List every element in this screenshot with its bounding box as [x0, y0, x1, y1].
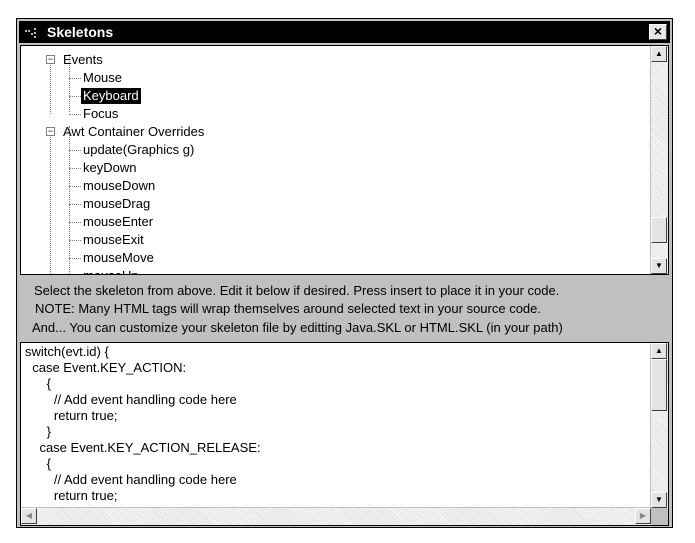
tree-item-keyboard[interactable]: Keyboard	[81, 88, 141, 104]
scroll-right-icon[interactable]: ▶	[635, 508, 651, 524]
instruction-line-1: Select the skeleton from above. Edit it …	[34, 283, 560, 298]
resize-grip[interactable]	[651, 508, 668, 525]
code-line: // Add event handling code here	[25, 472, 237, 487]
code-vertical-scrollbar[interactable]: ▲ ▼	[650, 343, 668, 508]
instruction-line-3: And... You can customize your skeleton f…	[32, 320, 563, 335]
app-menu-icon[interactable]	[23, 24, 43, 40]
code-line: case Event.KEY_ACTION:	[25, 360, 187, 375]
scroll-down-icon[interactable]: ▼	[651, 492, 667, 508]
code-content[interactable]: switch(evt.id) { case Event.KEY_ACTION: …	[21, 343, 651, 508]
tree-connector	[69, 126, 70, 274]
tree-connector	[50, 58, 51, 114]
scroll-up-icon[interactable]: ▲	[651, 343, 667, 359]
close-button[interactable]: ×	[649, 24, 667, 40]
scroll-left-icon[interactable]: ◀	[21, 508, 37, 524]
code-line: case Event.KEY_ACTION_RELEASE:	[25, 440, 261, 455]
scroll-down-icon[interactable]: ▼	[651, 258, 667, 274]
code-line: }	[25, 424, 52, 439]
code-scroll-thumb[interactable]	[651, 359, 667, 411]
collapse-events-icon[interactable]: −	[46, 55, 55, 64]
tree-item-mousedrag[interactable]: mouseDrag	[83, 196, 150, 212]
code-line: return true;	[25, 408, 118, 423]
tree-item-mouseexit[interactable]: mouseExit	[83, 232, 144, 248]
tree-connector	[50, 130, 51, 274]
code-line: switch(evt.id) {	[25, 344, 109, 359]
skeleton-tree[interactable]: − − Events Mouse Keyboard Focus Awt Cont…	[20, 45, 669, 275]
tree-item-awt-container-overrides[interactable]: Awt Container Overrides	[63, 124, 204, 140]
code-line: {	[25, 456, 52, 471]
tree-content: − − Events Mouse Keyboard Focus Awt Cont…	[21, 46, 651, 274]
instruction-line-2: NOTE: Many HTML tags will wrap themselve…	[35, 301, 542, 316]
tree-item-focus[interactable]: Focus	[83, 106, 118, 122]
tree-item-mouseup[interactable]: mouseUp	[83, 268, 139, 274]
tree-vertical-scrollbar[interactable]: ▲ ▼	[650, 46, 668, 274]
window-title: Skeletons	[47, 24, 114, 40]
collapse-awt-icon[interactable]: −	[46, 127, 55, 136]
code-line: return true;	[25, 488, 118, 503]
tree-item-mousemove[interactable]: mouseMove	[83, 250, 154, 266]
instructions-panel: Select the skeleton from above. Edit it …	[20, 277, 669, 341]
tree-item-events[interactable]: Events	[63, 52, 103, 68]
tree-item-keydown[interactable]: keyDown	[83, 160, 136, 176]
tree-scroll-thumb[interactable]	[651, 217, 667, 243]
skeleton-code-editor[interactable]: switch(evt.id) { case Event.KEY_ACTION: …	[20, 342, 669, 526]
code-line: // Add event handling code here	[25, 392, 237, 407]
scroll-up-icon[interactable]: ▲	[651, 46, 667, 62]
tree-item-mousedown[interactable]: mouseDown	[83, 178, 155, 194]
title-bar[interactable]: Skeletons ×	[19, 21, 670, 43]
code-horizontal-scrollbar[interactable]: ◀ ▶	[21, 507, 651, 525]
code-line: {	[25, 376, 52, 391]
tree-item-mouseenter[interactable]: mouseEnter	[83, 214, 153, 230]
tree-item-update[interactable]: update(Graphics g)	[83, 142, 194, 158]
tree-item-mouse[interactable]: Mouse	[83, 70, 122, 86]
skeletons-window: Skeletons × − − Events Mouse Keyboard Fo…	[16, 18, 673, 528]
